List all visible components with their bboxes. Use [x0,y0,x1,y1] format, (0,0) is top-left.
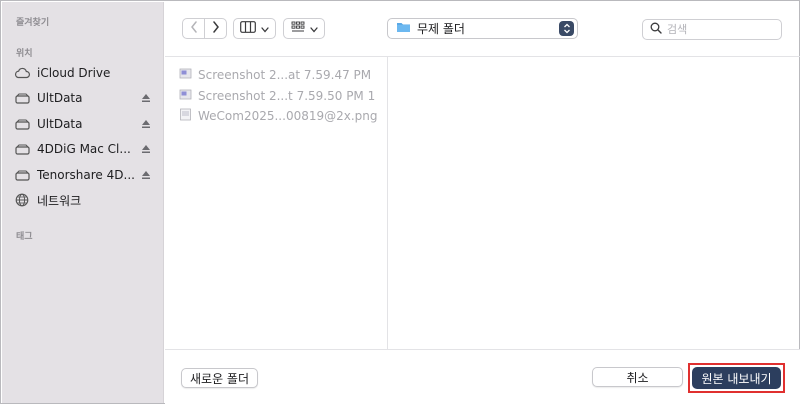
file-browser: Screenshot 2...at 7.59.47 PM Screenshot … [165,56,800,349]
sidebar-item-4ddig[interactable]: 4DDiG Mac Cl... [14,138,154,160]
current-folder-label: 무제 폴더 [417,22,465,36]
drive-icon [14,141,30,157]
favorites-header: 즐겨찾기 [16,18,50,28]
list-item[interactable]: Screenshot 2...t 7.59.50 PM 1 [179,86,375,106]
sidebar-item-label: 4DDiG Mac Cl... [37,142,131,156]
file-name: Screenshot 2...at 7.59.47 PM [198,68,372,82]
eject-icon[interactable] [140,143,152,155]
sidebar-item-label: Tenorshare 4D... [37,168,135,182]
chevron-right-icon [212,21,220,36]
back-button[interactable] [183,19,204,38]
sidebar-item-label: iCloud Drive [37,66,111,80]
grid-view-button[interactable] [283,18,325,39]
cancel-button[interactable]: 취소 [592,367,683,387]
search-icon [650,22,662,37]
column-view-icon [240,21,256,36]
chevron-down-icon [309,22,318,36]
sidebar-item-label: UltData [37,91,83,105]
screenshot-file-icon [179,88,198,104]
folder-location-popup[interactable]: 무제 폴더 [387,18,578,39]
eject-icon[interactable] [140,169,152,181]
sidebar-item-label: UltData [37,117,83,131]
sidebar-item-ultdata-2[interactable]: UltData [14,113,154,135]
column-view-button[interactable] [233,18,276,39]
search-input[interactable] [667,23,767,36]
new-folder-button[interactable]: 새로운 폴더 [181,368,258,388]
png-file-icon [179,108,198,124]
grid-view-icon [291,21,305,36]
search-field[interactable] [642,19,782,40]
export-original-button[interactable]: 원본 내보내기 [692,367,781,389]
forward-button[interactable] [205,19,226,38]
sidebar-item-label: 네트워크 [37,193,82,208]
eject-icon[interactable] [140,118,152,130]
locations-header: 위치 [16,49,33,59]
drive-icon [14,90,30,106]
chevron-down-icon [261,22,269,36]
column-view-inner [234,19,275,38]
drive-icon [14,116,30,132]
list-item[interactable]: Screenshot 2...at 7.59.47 PM [179,65,371,85]
file-name: Screenshot 2...t 7.59.50 PM 1 [198,89,376,103]
sidebar-item-icloud-drive[interactable]: iCloud Drive [14,62,154,84]
file-column: Screenshot 2...at 7.59.47 PM Screenshot … [165,57,388,349]
grid-view-inner [284,19,324,38]
sidebar-item-tenorshare[interactable]: Tenorshare 4D... [14,164,154,186]
cloud-icon [14,65,30,81]
up-down-chevron-icon [559,21,574,36]
nav-buttons [182,18,227,39]
folder-icon [396,21,411,36]
sidebar: 즐겨찾기 위치 iCloud Drive UltData UltData 4DD… [2,2,164,403]
tags-header: 태그 [16,232,33,242]
chevron-left-icon [190,21,198,36]
screenshot-file-icon [179,67,198,83]
globe-icon [14,192,30,208]
eject-icon[interactable] [140,92,152,104]
sidebar-item-ultdata-1[interactable]: UltData [14,87,154,109]
file-name: WeCom2025...00819@2x.png [198,109,378,123]
drive-icon [14,167,30,183]
sidebar-item-network[interactable]: 네트워크 [14,189,154,211]
save-dialog: 즐겨찾기 위치 iCloud Drive UltData UltData 4DD… [0,0,800,404]
list-item[interactable]: WeCom2025...00819@2x.png [179,106,378,126]
